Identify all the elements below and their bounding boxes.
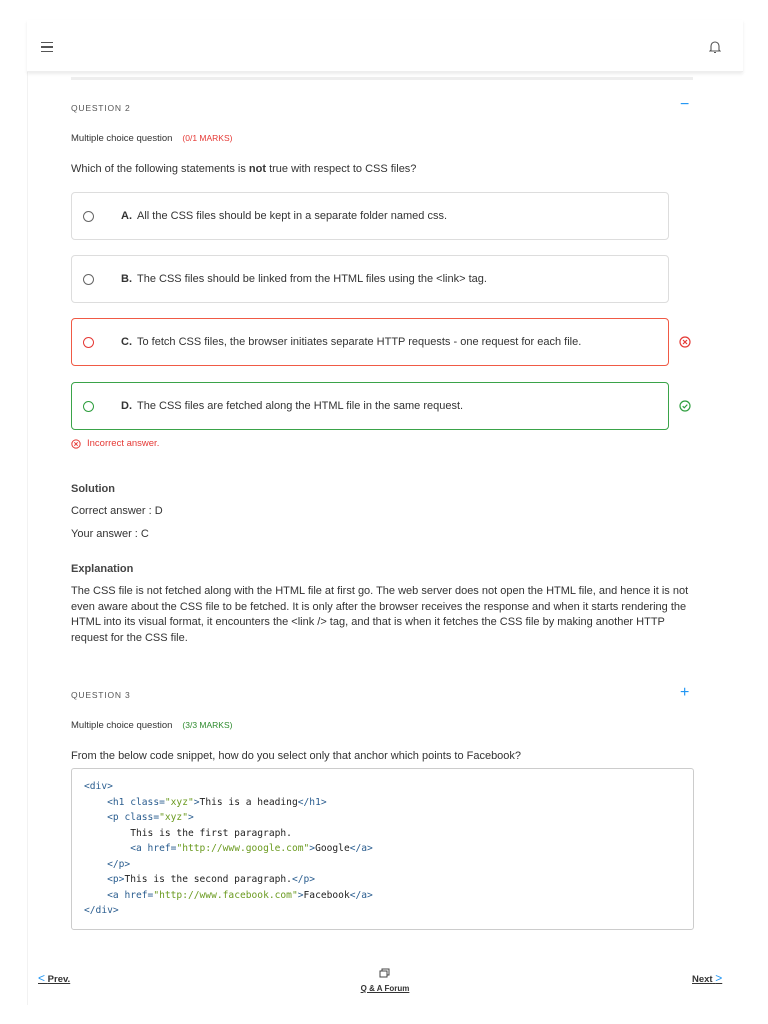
feedback-message: Incorrect answer. — [71, 438, 159, 449]
code-token-str: "http://www.google.com" — [176, 843, 310, 854]
code-token-tag: <a — [130, 843, 148, 854]
correct-icon — [679, 400, 691, 412]
question-3-marks: (3/3 MARKS) — [182, 720, 233, 730]
question-text: Which of the following statements is — [71, 163, 249, 175]
your-answer: Your answer : C — [71, 528, 149, 540]
code-token-str: "xyz" — [159, 812, 188, 823]
code-line: <p class="xyz"> — [84, 810, 681, 826]
code-token-attr: class= — [130, 796, 165, 808]
code-line: </p> — [84, 857, 681, 873]
code-snippet: <div> <h1 class="xyz">This is a heading<… — [71, 768, 694, 930]
incorrect-icon — [679, 336, 691, 348]
code-line: <div> — [84, 779, 681, 795]
question-2-marks: (0/1 MARKS) — [182, 133, 233, 143]
code-token-tag: </p> — [291, 874, 316, 885]
code-token-str: "xyz" — [164, 796, 194, 808]
next-label: Next — [692, 974, 713, 985]
code-token-attr: href= — [124, 889, 154, 901]
code-token-text: Google — [315, 843, 350, 854]
radio-icon[interactable] — [83, 210, 94, 222]
option-b[interactable]: B. The CSS files should be linked from th… — [71, 255, 669, 303]
question-2-text: Which of the following statements is not… — [71, 163, 416, 175]
prev-link[interactable]: < Prev. — [38, 971, 70, 985]
hamburger-icon[interactable] — [41, 42, 53, 52]
option-letter: C. — [121, 336, 132, 348]
code-token-text: This is the first paragraph. — [84, 827, 292, 839]
code-token-tag: <p — [107, 812, 125, 823]
question-type: Multiple choice question — [71, 720, 173, 731]
forum-icon — [379, 968, 390, 978]
code-line: </div> — [84, 903, 681, 919]
code-line: <a href="http://www.google.com">Google</… — [84, 841, 681, 857]
radio-icon[interactable] — [83, 273, 94, 285]
code-token-attr: class= — [124, 812, 160, 823]
code-line: This is the first paragraph. — [84, 826, 681, 842]
code-line: <a href="http://www.facebook.com">Facebo… — [84, 888, 681, 904]
question-text: true with respect to CSS files? — [266, 163, 417, 175]
prev-label: Prev. — [47, 974, 71, 985]
feedback-text: Incorrect answer. — [87, 438, 160, 449]
code-token-tag: <h1 — [107, 796, 131, 808]
code-token-text: Facebook — [303, 889, 350, 901]
correct-answer: Correct answer : D — [71, 505, 163, 517]
collapse-question-2-button[interactable]: − — [680, 96, 689, 114]
error-icon — [71, 438, 81, 449]
question-emphasis: not — [248, 163, 267, 175]
option-c[interactable]: C. To fetch CSS files, the browser initia… — [71, 318, 669, 366]
option-text: The CSS files are fetched along the HTML… — [137, 400, 464, 412]
top-header — [27, 20, 743, 72]
code-token-tag: <div> — [84, 781, 113, 792]
question-type: Multiple choice question — [71, 133, 173, 144]
forum-label: Q & A Forum — [360, 984, 410, 993]
code-token-tag: </p> — [107, 858, 131, 870]
option-text: To fetch CSS files, the browser initiate… — [137, 336, 582, 348]
radio-icon[interactable] — [83, 400, 94, 412]
question-3-type: Multiple choice question (3/3 MARKS) — [71, 720, 232, 731]
code-token-attr: href= — [147, 843, 177, 854]
option-text: All the CSS files should be kept in a se… — [137, 210, 448, 222]
code-token-tag: </a> — [349, 889, 373, 901]
option-a[interactable]: A. All the CSS files should be kept in a … — [71, 192, 669, 240]
chevron-left-icon: < — [38, 971, 46, 985]
code-line: <p>This is the second paragraph.</p> — [84, 872, 681, 888]
code-line: <h1 class="xyz">This is a heading</h1> — [84, 795, 681, 811]
code-token-tag: </h1> — [297, 796, 327, 808]
code-token-text: This is a heading — [199, 796, 298, 808]
question-3-text: From the below code snippet, how do you … — [71, 750, 522, 762]
explanation-text: The CSS file is not fetched along with t… — [71, 585, 689, 644]
code-token-tag: <a — [107, 889, 125, 901]
option-d[interactable]: D. The CSS files are fetched along the HT… — [71, 382, 669, 430]
question-2-label: QUESTION 2 — [71, 103, 131, 113]
code-token-text: This is the second paragraph. — [124, 874, 292, 885]
code-token-str: "http://www.facebook.com" — [153, 889, 298, 901]
option-letter: B. — [121, 273, 132, 285]
question-2-type: Multiple choice question (0/1 MARKS) — [71, 133, 232, 144]
bell-icon[interactable] — [709, 40, 721, 54]
code-token-tag: </a> — [349, 843, 373, 854]
next-link[interactable]: Next > — [692, 971, 722, 985]
progress-divider — [71, 77, 693, 80]
question-3-label: QUESTION 3 — [71, 690, 131, 700]
radio-icon[interactable] — [83, 336, 94, 348]
code-token-tag: <p> — [107, 874, 125, 885]
solution-heading: Solution — [71, 483, 115, 495]
option-text: The CSS files should be linked from the … — [137, 273, 487, 285]
explanation-heading: Explanation — [71, 563, 134, 575]
code-token-tag: </div> — [84, 905, 119, 916]
option-letter: D. — [121, 400, 132, 412]
chevron-right-icon: > — [715, 971, 723, 985]
expand-question-3-button[interactable]: + — [680, 684, 689, 702]
option-letter: A. — [121, 210, 132, 222]
code-token-tag: > — [187, 812, 194, 823]
qa-forum-link[interactable]: Q & A Forum — [360, 966, 410, 993]
